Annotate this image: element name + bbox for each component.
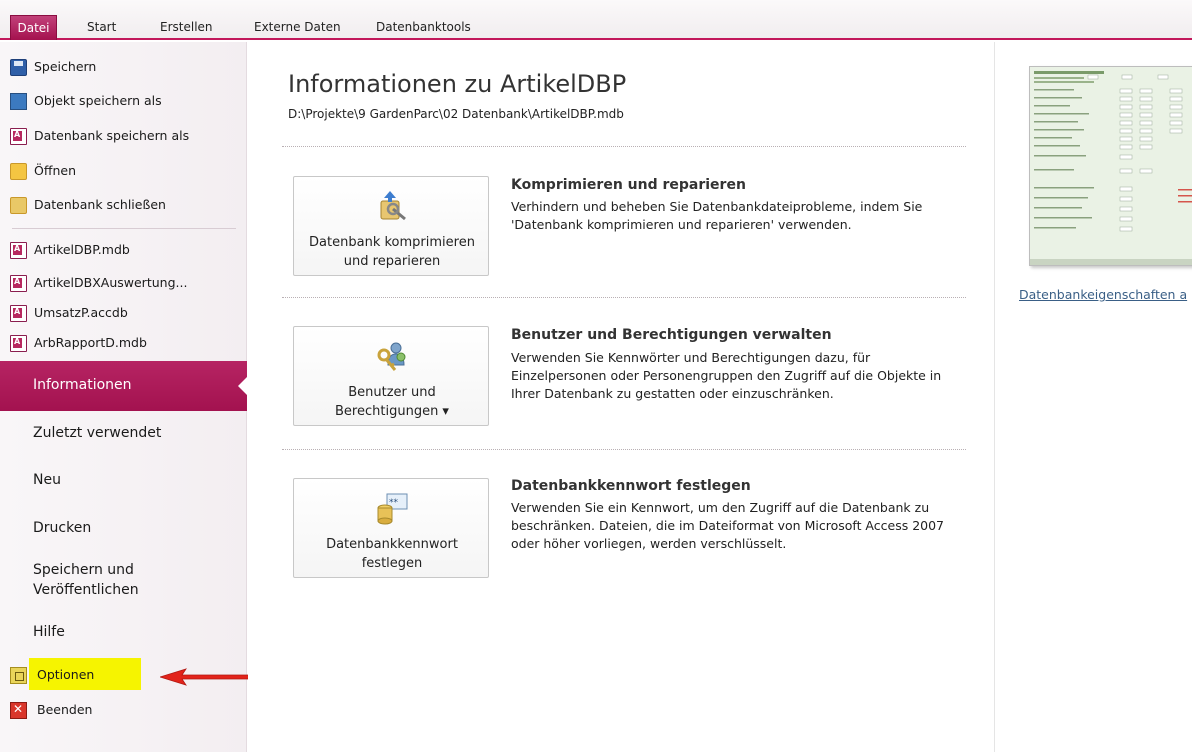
database-preview-thumbnail[interactable] xyxy=(1029,66,1192,266)
section-heading: Komprimieren und reparieren xyxy=(511,177,746,193)
section-heading: Datenbankkennwort festlegen xyxy=(511,478,751,494)
info-main-area: Informationen zu ArtikelDBP D:\Projekte\… xyxy=(248,42,994,752)
nav-drucken[interactable]: Drucken xyxy=(0,518,247,558)
command-label: Speichern xyxy=(34,59,97,74)
nav-label-line1: Speichern und xyxy=(33,562,134,578)
command-label: Beenden xyxy=(37,702,93,717)
section-description: Verwenden Sie Kennwörter und Berechtigun… xyxy=(511,350,942,401)
recent-file-item[interactable]: UmsatzP.accdb xyxy=(0,296,247,330)
tab-datei[interactable]: Datei xyxy=(10,15,57,40)
objekt-speichern-als-command[interactable]: Objekt speichern als xyxy=(0,84,247,118)
database-properties-pane: Datenbankeigenschaften a xyxy=(994,42,1192,752)
nav-neu[interactable]: Neu xyxy=(0,470,247,510)
recent-file-label: ArtikelDBXAuswertung... xyxy=(34,275,188,290)
button-label-line2: und reparieren xyxy=(343,254,441,269)
page-title: Informationen zu ArtikelDBP xyxy=(288,70,627,98)
button-label-line1: Datenbank komprimieren xyxy=(309,235,475,250)
access-file-icon xyxy=(10,275,27,292)
beenden-command[interactable]: Beenden xyxy=(0,693,247,727)
save-database-as-icon xyxy=(10,128,27,145)
nav-informationen[interactable]: Informationen xyxy=(0,361,248,411)
datenbank-speichern-als-command[interactable]: Datenbank speichern als xyxy=(0,119,247,153)
nav-zuletzt-verwendet[interactable]: Zuletzt verwendet xyxy=(0,423,247,463)
section-divider xyxy=(282,297,966,298)
compact-repair-icon xyxy=(380,191,406,221)
access-file-icon xyxy=(10,335,27,352)
options-icon xyxy=(10,667,27,684)
recent-file-item[interactable]: ArtikelDBP.mdb xyxy=(0,233,247,267)
access-backstage-window: Datei Start Erstellen Externe Daten Date… xyxy=(0,0,1192,752)
nav-label: Drucken xyxy=(33,520,92,536)
recent-file-label: UmsatzP.accdb xyxy=(34,305,128,320)
tab-datenbanktools[interactable]: Datenbanktools xyxy=(376,16,471,38)
button-label-line2: Berechtigungen ▾ xyxy=(335,404,449,419)
button-label-line1: Datenbankkennwort xyxy=(326,537,458,552)
access-file-icon xyxy=(10,305,27,322)
save-object-as-icon xyxy=(10,93,27,110)
tab-externe-daten[interactable]: Externe Daten xyxy=(254,16,341,38)
save-icon xyxy=(10,59,27,76)
command-label: Optionen xyxy=(37,667,95,682)
nav-label: Zuletzt verwendet xyxy=(33,425,162,441)
form-preview-image xyxy=(1030,67,1192,265)
section-divider xyxy=(282,146,966,147)
nav-label: Informationen xyxy=(33,377,132,393)
datenbank-schliessen-command[interactable]: Datenbank schließen xyxy=(0,188,247,222)
backstage-navigation: Speichern Objekt speichern als Datenbank… xyxy=(0,42,248,752)
access-file-icon xyxy=(10,242,27,259)
recent-file-label: ArbRapportD.mdb xyxy=(34,335,147,350)
section-description: Verwenden Sie ein Kennwort, um den Zugri… xyxy=(511,500,945,551)
button-label-line1: Benutzer und xyxy=(348,385,436,400)
database-password-icon: ** xyxy=(377,493,408,525)
speichern-command[interactable]: Speichern xyxy=(0,50,247,84)
oeffnen-command[interactable]: Öffnen xyxy=(0,154,247,188)
benutzer-berechtigungen-button[interactable]: Benutzer und Berechtigungen ▾ xyxy=(293,326,489,426)
datenbankeigenschaften-link[interactable]: Datenbankeigenschaften a xyxy=(1019,287,1187,302)
section-divider xyxy=(282,449,966,450)
selection-notch xyxy=(238,376,248,396)
divider xyxy=(12,228,236,229)
tab-erstellen[interactable]: Erstellen xyxy=(160,16,213,38)
command-label: Datenbank schließen xyxy=(34,197,166,212)
exit-icon xyxy=(10,702,27,719)
datenbankkennwort-festlegen-button[interactable]: ** Datenbankkennwort festlegen xyxy=(293,478,489,578)
nav-label-line2: Veröffentlichen xyxy=(33,582,139,598)
command-label: Datenbank speichern als xyxy=(34,128,190,143)
tab-start[interactable]: Start xyxy=(87,16,116,38)
open-folder-icon xyxy=(10,163,27,180)
section-description: Verhindern und beheben Sie Datenbankdate… xyxy=(511,199,923,232)
users-permissions-icon xyxy=(377,342,406,371)
komprimieren-reparieren-button[interactable]: Datenbank komprimieren und reparieren xyxy=(293,176,489,276)
recent-file-label: ArtikelDBP.mdb xyxy=(34,242,130,257)
ribbon-tab-bar: Datei Start Erstellen Externe Daten Date… xyxy=(0,0,1192,40)
command-label: Öffnen xyxy=(34,163,76,178)
button-label-line2: festlegen xyxy=(361,556,423,571)
section-heading: Benutzer und Berechtigungen verwalten xyxy=(511,327,832,343)
recent-file-item[interactable]: ArbRapportD.mdb xyxy=(0,326,247,360)
nav-label: Hilfe xyxy=(33,624,65,640)
recent-file-item[interactable]: ArtikelDBXAuswertung... xyxy=(0,266,247,300)
command-label: Objekt speichern als xyxy=(34,93,162,108)
close-database-icon xyxy=(10,197,27,214)
nav-speichern-und-veroeffentlichen[interactable]: Speichern und Veröffentlichen xyxy=(0,560,247,606)
database-path: D:\Projekte\9 GardenParc\02 Datenbank\Ar… xyxy=(288,107,624,121)
nav-label: Neu xyxy=(33,472,61,488)
nav-hilfe[interactable]: Hilfe xyxy=(0,622,247,662)
